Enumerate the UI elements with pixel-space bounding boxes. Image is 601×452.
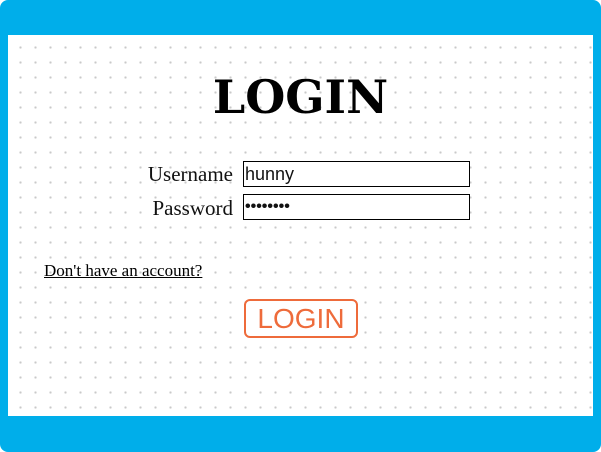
page-title: LOGIN bbox=[212, 70, 389, 124]
login-button[interactable]: LOGIN bbox=[244, 299, 358, 338]
login-panel: LOGIN Username hunny Password •••••••• D… bbox=[8, 35, 593, 416]
username-label: Username bbox=[147, 162, 233, 186]
signup-link[interactable]: Don't have an account? bbox=[44, 261, 202, 281]
username-field[interactable]: hunny bbox=[243, 161, 470, 187]
password-label: Password bbox=[152, 196, 233, 220]
window-frame: LOGIN Username hunny Password •••••••• D… bbox=[0, 0, 601, 452]
password-field[interactable]: •••••••• bbox=[243, 194, 470, 220]
